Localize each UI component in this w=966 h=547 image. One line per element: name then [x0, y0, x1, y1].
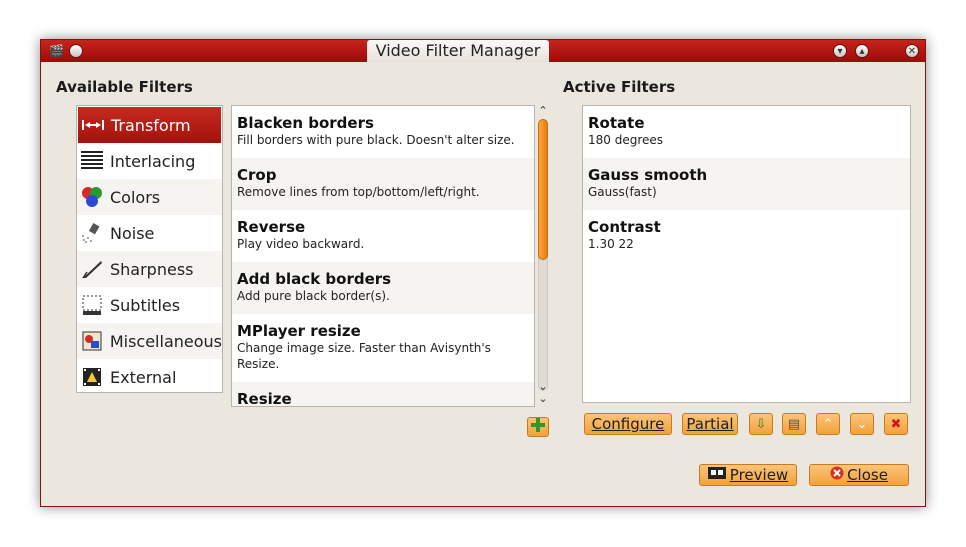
filter-name: Gauss smooth: [588, 166, 708, 184]
configure-button[interactable]: Configure: [584, 413, 672, 435]
scroll-thumb[interactable]: [538, 119, 548, 260]
filter-description: Remove lines from top/bottom/left/right.: [237, 185, 480, 199]
list-item[interactable]: Add black borders Add pure black border(…: [232, 262, 534, 314]
minimize-icon[interactable]: ▾: [833, 44, 847, 58]
filter-description: Change image size. Faster than Avisynth'…: [237, 341, 491, 371]
category-label: Colors: [110, 187, 161, 207]
filter-list-scrollbar[interactable]: ⌃ ⌄ ⌄: [535, 105, 551, 407]
add-filter-button[interactable]: [527, 417, 549, 437]
partial-label: Partial: [686, 415, 734, 433]
list-item[interactable]: Blacken borders Fill borders with pure b…: [232, 106, 534, 158]
list-item[interactable]: Resize: [232, 382, 534, 407]
list-item[interactable]: Crop Remove lines from top/bottom/left/r…: [232, 158, 534, 210]
filter-name: Crop: [237, 166, 277, 184]
subtitles-icon: [80, 293, 104, 317]
category-label: Subtitles: [110, 295, 181, 315]
filter-name: Contrast: [588, 218, 661, 236]
external-icon: [80, 365, 104, 389]
category-subtitles[interactable]: Subtitles: [77, 287, 222, 323]
filter-description: Add pure black border(s).: [237, 289, 390, 303]
category-miscellaneous[interactable]: Miscellaneous: [77, 323, 222, 359]
download-icon: ⇩: [755, 416, 767, 432]
filter-name: Reverse: [237, 218, 306, 236]
category-label: Transform: [111, 115, 191, 135]
filter-description: 1.30 22: [588, 237, 634, 251]
filter-name: Blacken borders: [237, 114, 374, 132]
category-interlacing[interactable]: Interlacing: [77, 143, 222, 179]
available-filters-label: Available Filters: [56, 78, 193, 96]
available-filter-list[interactable]: Blacken borders Fill borders with pure b…: [231, 105, 535, 407]
category-colors[interactable]: Colors: [77, 179, 222, 215]
category-transform[interactable]: Transform: [78, 107, 221, 143]
category-label: Sharpness: [110, 259, 194, 279]
list-item[interactable]: MPlayer resize Change image size. Faster…: [232, 314, 534, 382]
category-list: Transform Interlacing Colors Noise Sharp…: [76, 105, 223, 393]
close-label: Close: [847, 466, 888, 484]
close-window-icon[interactable]: ✕: [905, 44, 919, 58]
filter-name: MPlayer resize: [237, 322, 361, 340]
app-menu-icon[interactable]: 🎬: [49, 44, 64, 58]
preview-icon: [707, 466, 726, 484]
sharpness-icon: [80, 257, 104, 281]
export-button[interactable]: ⇩: [749, 413, 773, 435]
move-down-button[interactable]: ⌄: [850, 413, 874, 435]
video-filter-manager-window: 🎬 Video Filter Manager ▾ ▴ ✕ Available F…: [40, 39, 926, 507]
active-filters-label: Active Filters: [563, 78, 676, 96]
filter-description: Fill borders with pure black. Doesn't al…: [237, 133, 515, 147]
filter-description: 180 degrees: [588, 133, 664, 147]
noise-icon: [80, 221, 104, 245]
title-bar[interactable]: 🎬 Video Filter Manager ▾ ▴ ✕: [41, 40, 925, 62]
scroll-down-icon-alt[interactable]: ⌄: [537, 393, 549, 405]
list-item[interactable]: Gauss smooth Gauss(fast): [583, 158, 910, 210]
preview-button[interactable]: Preview: [699, 464, 797, 486]
filter-description: Play video backward.: [237, 237, 365, 251]
colors-icon: [80, 185, 104, 209]
filter-name: Add black borders: [237, 270, 392, 288]
remove-filter-button[interactable]: ✖: [884, 413, 908, 435]
category-label: Noise: [110, 223, 155, 243]
filter-name: Resize: [237, 390, 292, 407]
list-item[interactable]: Reverse Play video backward.: [232, 210, 534, 262]
pin-icon[interactable]: [69, 44, 83, 58]
filter-description: Gauss(fast): [588, 185, 657, 199]
partial-button[interactable]: Partial: [682, 413, 738, 435]
arrow-down-icon: ⌄: [856, 416, 868, 432]
category-sharpness[interactable]: Sharpness: [77, 251, 222, 287]
folder-icon: ▤: [787, 416, 801, 432]
interlacing-icon: [80, 149, 104, 173]
category-label: External: [110, 367, 177, 387]
delete-icon: ✖: [890, 416, 902, 432]
close-button[interactable]: Close: [809, 464, 909, 486]
arrow-up-icon: ⌃: [822, 416, 834, 432]
filter-name: Rotate: [588, 114, 645, 132]
add-icon: [531, 418, 545, 436]
transform-icon: [81, 113, 105, 137]
category-external[interactable]: External: [77, 359, 222, 395]
list-item[interactable]: Rotate 180 degrees: [583, 106, 910, 158]
active-filter-list[interactable]: Rotate 180 degrees Gauss smooth Gauss(fa…: [582, 105, 911, 403]
preview-label: Preview: [729, 466, 789, 484]
maximize-icon[interactable]: ▴: [855, 44, 869, 58]
move-up-button[interactable]: ⌃: [816, 413, 840, 435]
category-label: Miscellaneous: [109, 331, 222, 351]
category-noise[interactable]: Noise: [77, 215, 222, 251]
scroll-up-icon[interactable]: ⌃: [537, 105, 549, 117]
window-title: Video Filter Manager: [367, 40, 549, 62]
close-icon: [830, 466, 844, 484]
load-button[interactable]: ▤: [782, 413, 806, 435]
category-label: Interlacing: [110, 151, 196, 171]
miscellaneous-icon: [80, 329, 104, 353]
configure-label: Configure: [591, 415, 665, 433]
list-item[interactable]: Contrast 1.30 22: [583, 210, 910, 262]
